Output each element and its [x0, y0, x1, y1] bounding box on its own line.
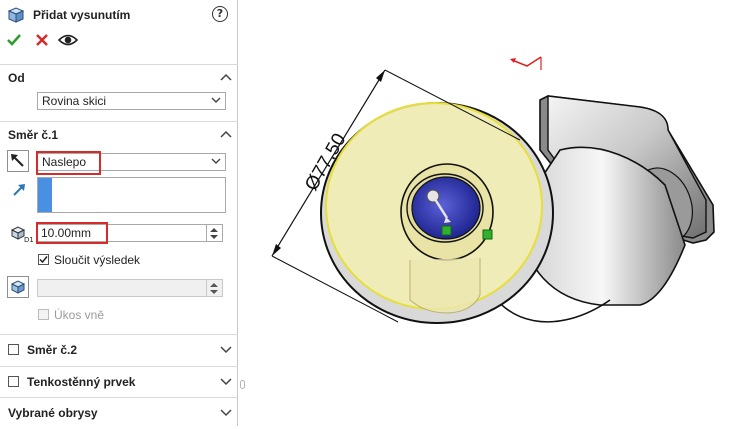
panel-splitter[interactable] [238, 0, 246, 426]
from-select-value: Rovina skici [42, 94, 107, 108]
spin-up-icon[interactable] [210, 283, 218, 287]
help-icon[interactable]: ? [212, 6, 228, 22]
thin-feature-section-title: Tenkostěnný prvek [27, 375, 136, 389]
cancel-button[interactable] [34, 30, 50, 50]
property-manager-panel: Přidat vysunutím ? Od Rovina skici Směr … [0, 0, 238, 426]
extrude-feature-icon [7, 7, 25, 23]
thin-feature-section[interactable]: Tenkostěnný prvek [0, 366, 238, 397]
depth-spinner[interactable] [207, 224, 223, 242]
property-manager-header: Přidat vysunutím ? [6, 5, 232, 25]
chevron-down-icon [211, 158, 221, 164]
draft-outward-label: Úkos vně [54, 308, 105, 322]
depth-icon: D1 [10, 226, 33, 243]
spin-down-icon[interactable] [210, 290, 218, 294]
direction-vector-icon [13, 184, 25, 196]
draft-icon [10, 280, 26, 294]
page-title: Přidat vysunutím [33, 8, 131, 22]
spin-down-icon[interactable] [210, 235, 218, 239]
checkmark-icon [39, 256, 48, 264]
end-condition-highlight [36, 151, 101, 175]
view-triad [510, 56, 542, 70]
confirm-button[interactable] [6, 30, 22, 50]
draft-angle-input[interactable] [37, 279, 207, 297]
from-section-title: Od [8, 71, 25, 85]
thin-feature-checkbox[interactable] [8, 376, 19, 387]
chevron-down-icon[interactable] [220, 378, 232, 386]
splitter-grip[interactable] [240, 380, 245, 389]
from-select[interactable]: Rovina skici [37, 92, 226, 110]
chevron-up-icon[interactable] [220, 73, 232, 81]
model-view[interactable]: Ø77,50 [246, 0, 750, 426]
direction2-section[interactable]: Směr č.2 [0, 334, 238, 365]
eye-icon[interactable] [58, 30, 78, 50]
chevron-down-icon[interactable] [220, 409, 232, 417]
chevron-down-icon [211, 97, 221, 103]
svg-text:D1: D1 [24, 236, 33, 243]
selected-contours-section[interactable]: Vybrané obrysy [0, 397, 238, 427]
reverse-arrow-icon [11, 154, 24, 167]
draft-toggle-button[interactable] [7, 276, 29, 298]
direction-vector-selection-box[interactable] [37, 177, 226, 213]
direction1-section-title: Směr č.1 [8, 128, 59, 142]
chevron-up-icon[interactable] [220, 130, 232, 138]
selection-accent [38, 178, 52, 212]
selected-contours-section-title: Vybrané obrysy [8, 406, 98, 420]
draft-outward-checkbox[interactable] [38, 309, 49, 320]
draft-angle-spinner[interactable] [207, 279, 223, 297]
spin-up-icon[interactable] [210, 228, 218, 232]
chevron-down-icon[interactable] [220, 346, 232, 354]
depth-highlight [36, 222, 108, 244]
extrude-preview [320, 102, 554, 324]
from-section: Od Rovina skici [0, 64, 238, 119]
graphics-viewport[interactable]: Ø77,50 [246, 0, 750, 426]
direction2-checkbox[interactable] [8, 344, 19, 355]
reverse-direction-button[interactable] [7, 150, 29, 172]
direction1-section: Směr č.1 Naslepo D1 10.00mm Sloučit výsl… [0, 121, 238, 332]
direction2-section-title: Směr č.2 [27, 343, 78, 357]
merge-result-label: Sloučit výsledek [54, 253, 141, 267]
merge-result-checkbox[interactable] [38, 254, 49, 265]
